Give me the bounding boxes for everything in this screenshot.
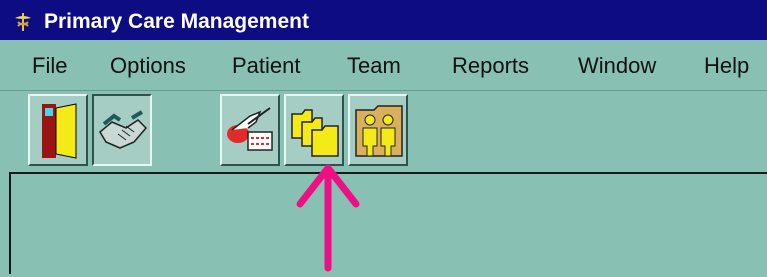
title-bar: Primary Care Management — [0, 0, 767, 40]
clinic-button[interactable] — [220, 94, 280, 166]
menu-help[interactable]: Help — [704, 53, 749, 79]
exit-button[interactable] — [28, 94, 88, 166]
caduceus-icon — [13, 12, 33, 32]
window-title: Primary Care Management — [44, 10, 309, 33]
handshake-button[interactable] — [92, 94, 152, 166]
pointer-arrow-icon — [288, 148, 368, 277]
menu-window[interactable]: Window — [578, 53, 656, 79]
menu-patient[interactable]: Patient — [232, 53, 301, 79]
workspace-area — [9, 172, 767, 274]
menu-options[interactable]: Options — [110, 53, 186, 79]
menu-team[interactable]: Team — [347, 53, 401, 79]
menu-reports[interactable]: Reports — [452, 53, 529, 79]
menu-file[interactable]: File — [32, 53, 67, 79]
